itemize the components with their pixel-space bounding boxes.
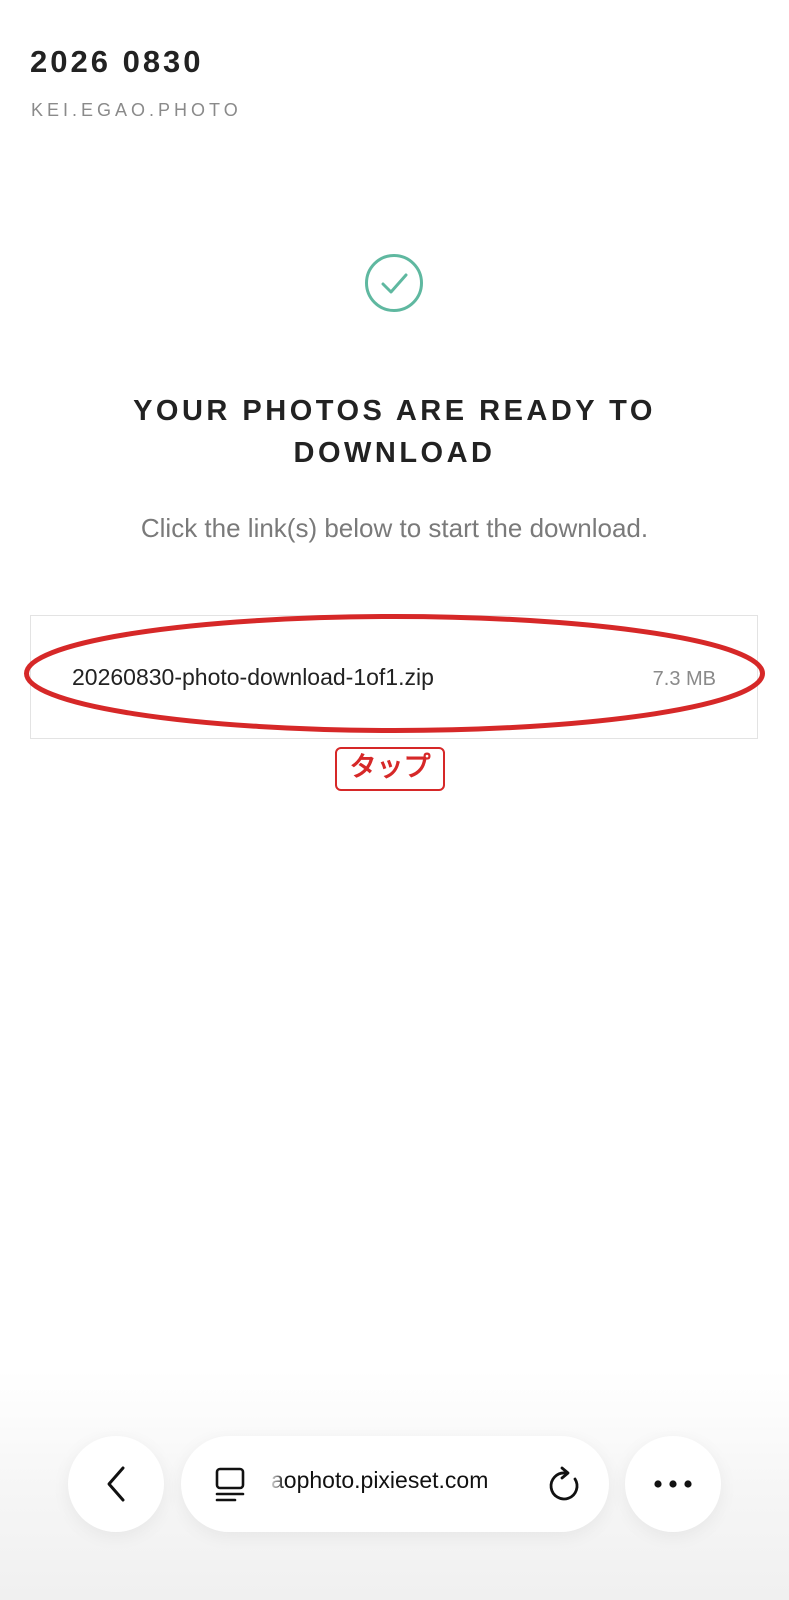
file-download-link[interactable]: 20260830-photo-download-1of1.zip 7.3 MB bbox=[30, 615, 758, 739]
tap-annotation-label: タップ bbox=[335, 747, 445, 791]
url-text[interactable]: aophoto.pixieset.com bbox=[271, 1467, 533, 1494]
check-circle-icon bbox=[364, 253, 424, 313]
file-size: 7.3 MB bbox=[652, 668, 716, 690]
back-button[interactable] bbox=[68, 1436, 164, 1532]
ready-headline: YOUR PHOTOS ARE READY TO DOWNLOAD bbox=[133, 395, 656, 469]
file-name[interactable]: 20260830-photo-download-1of1.zip bbox=[72, 664, 434, 691]
chevron-left-icon bbox=[107, 1466, 125, 1502]
download-instructions: Click the link(s) below to start the dow… bbox=[140, 513, 649, 543]
studio-name: KEI.EGAO.PHOTO bbox=[31, 100, 242, 120]
gallery-title: 2026 0830 bbox=[30, 44, 204, 79]
more-options-button[interactable] bbox=[625, 1436, 721, 1532]
tabs-icon[interactable] bbox=[213, 1466, 247, 1504]
address-bar[interactable]: aophoto.pixieset.com bbox=[181, 1436, 609, 1532]
more-horizontal-icon bbox=[654, 1480, 692, 1488]
reload-icon[interactable] bbox=[547, 1466, 583, 1504]
